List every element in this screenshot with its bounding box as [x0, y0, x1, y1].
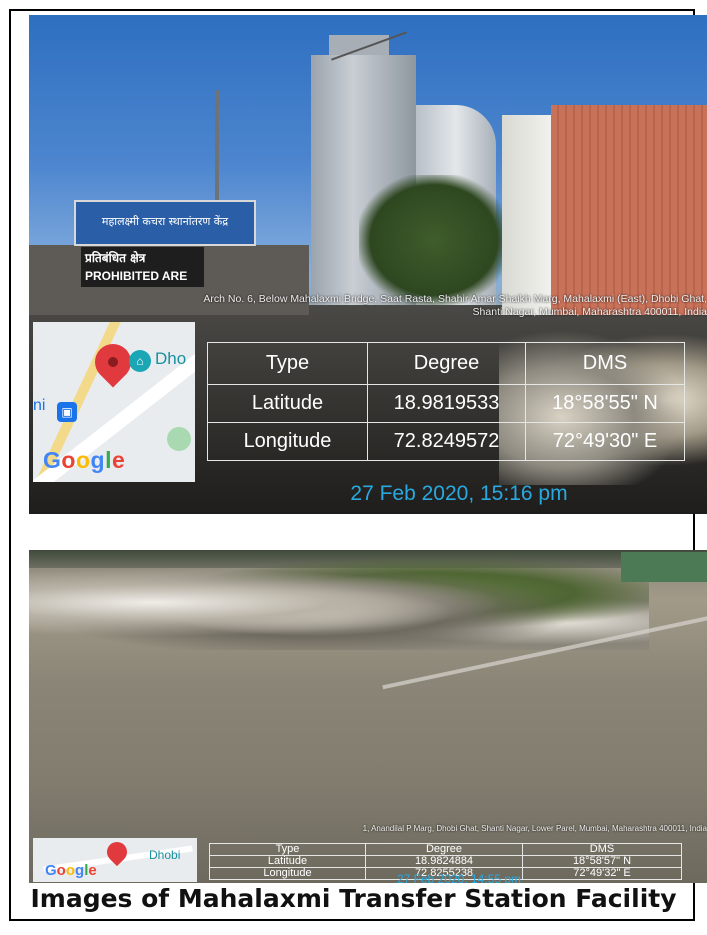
header-degree: Degree	[365, 843, 523, 856]
cell-type: Latitude	[209, 855, 366, 868]
cell-dms: 18°58'57" N	[522, 855, 682, 868]
header-dms: DMS	[522, 843, 682, 856]
prohibited-sign: प्रतिबंधित क्षेत्र PROHIBITED ARE	[81, 247, 204, 287]
gps-address: 1, Anandilal P Marg, Dhobi Ghat, Shanti …	[362, 824, 707, 833]
table-header-row: Type Degree DMS	[209, 843, 682, 856]
map-left-label: ni	[33, 397, 46, 414]
map-park	[167, 427, 191, 451]
table-row: Longitude 72.8249572 72°49'30" E	[207, 422, 685, 461]
photo-2: 1, Anandilal P Marg, Dhobi Ghat, Shanti …	[29, 550, 707, 883]
poi-icon: ⌂	[129, 350, 151, 372]
cell-degree: 18.9819533	[367, 384, 526, 423]
orange-fence	[551, 105, 707, 315]
photo-1: महालक्ष्मी कचरा स्थानांतरण केंद्र प्रतिब…	[29, 15, 707, 514]
truck	[621, 552, 707, 582]
timestamp: 27 Feb 2020, 15:16 pm	[350, 482, 568, 505]
cell-type: Longitude	[207, 422, 368, 461]
map-thumbnail: Dhobi Google	[33, 838, 197, 882]
google-logo: Google	[45, 862, 97, 879]
coordinates-table: Type Degree DMS Latitude 18.9819533 18°5…	[207, 342, 685, 461]
header-type: Type	[207, 342, 368, 385]
cell-degree: 18.9824884	[365, 855, 523, 868]
table-header-row: Type Degree DMS	[207, 342, 685, 385]
white-fence	[502, 115, 554, 315]
header-type: Type	[209, 843, 366, 856]
figure-caption: Images of Mahalaxmi Transfer Station Fac…	[30, 884, 677, 913]
header-degree: Degree	[367, 342, 526, 385]
gps-address: Arch No. 6, Below Mahalaxmi Bridge, Saat…	[203, 293, 707, 318]
garbage-pile	[29, 555, 649, 650]
tree	[359, 175, 509, 305]
header-dms: DMS	[525, 342, 685, 385]
bus-icon: ▣	[57, 402, 77, 422]
prohibited-sign-english: PROHIBITED ARE	[85, 269, 188, 283]
map-pin-dot	[108, 357, 118, 367]
table-row: Latitude 18.9824884 18°58'57" N	[209, 855, 682, 868]
table-row: Latitude 18.9819533 18°58'55" N	[207, 384, 685, 423]
facility-sign-text: महालक्ष्मी कचरा स्थानांतरण केंद्र	[101, 215, 229, 228]
cell-type: Latitude	[207, 384, 368, 423]
facility-sign: महालक्ष्मी कचरा स्थानांतरण केंद्र	[74, 200, 256, 246]
cell-dms: 72°49'30" E	[525, 422, 685, 461]
cell-dms: 18°58'55" N	[525, 384, 685, 423]
map-poi-label: Dhobi	[149, 848, 181, 862]
prohibited-sign-hindi: प्रतिबंधित क्षेत्र	[85, 251, 146, 265]
map-thumbnail: ⌂ Dho ni ▣ Google	[33, 322, 195, 482]
map-poi-label: Dho	[155, 349, 187, 368]
cell-degree: 72.8249572	[367, 422, 526, 461]
google-logo: Google	[43, 447, 126, 473]
timestamp: 27 Feb 2020, 14:55 pm	[396, 872, 522, 883]
